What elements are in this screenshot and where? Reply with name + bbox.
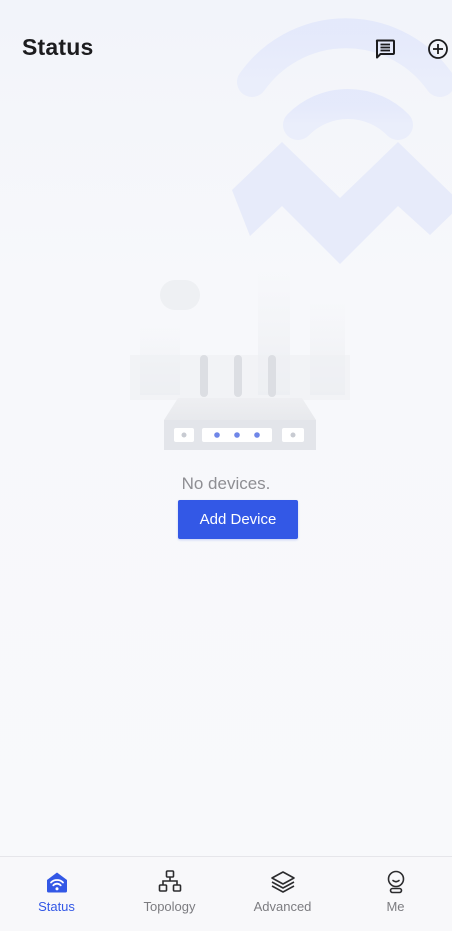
nav-label-topology: Topology xyxy=(143,899,196,914)
bottom-nav: Status Topology Advanced Me xyxy=(0,856,452,931)
home-wifi-icon xyxy=(44,869,70,895)
plus-circle-icon xyxy=(428,39,448,59)
empty-message: No devices. xyxy=(181,474,271,493)
nav-item-status[interactable]: Status xyxy=(0,857,113,931)
message-icon xyxy=(375,39,395,59)
nav-label-status: Status xyxy=(38,899,75,914)
router-illustration xyxy=(130,270,350,450)
layers-icon xyxy=(270,869,296,895)
nav-item-advanced[interactable]: Advanced xyxy=(226,857,339,931)
add-button[interactable] xyxy=(425,36,451,62)
topology-icon xyxy=(157,869,183,895)
nav-label-me: Me xyxy=(386,899,405,914)
status-screen: Status No devices. Add Device Status Top… xyxy=(0,0,452,931)
nav-item-topology[interactable]: Topology xyxy=(113,857,226,931)
page-title: Status xyxy=(22,34,94,60)
nav-label-advanced: Advanced xyxy=(253,899,312,914)
messages-button[interactable] xyxy=(372,36,398,62)
add-device-button[interactable]: Add Device xyxy=(178,500,298,539)
nav-item-me[interactable]: Me xyxy=(339,857,452,931)
user-icon xyxy=(383,869,409,895)
header: Status xyxy=(0,0,452,100)
